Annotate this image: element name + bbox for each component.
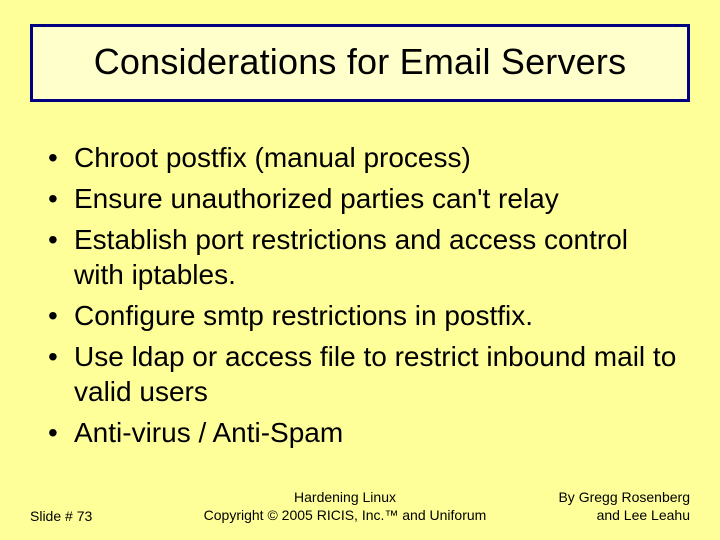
- list-item: Chroot postfix (manual process): [40, 140, 680, 175]
- footer-author-line1: By Gregg Rosenberg: [520, 488, 690, 506]
- footer-center-line2: Copyright © 2005 RICIS, Inc.™ and Unifor…: [170, 506, 520, 524]
- list-item: Establish port restrictions and access c…: [40, 222, 680, 292]
- footer-copyright: Hardening Linux Copyright © 2005 RICIS, …: [170, 488, 520, 524]
- title-box: Considerations for Email Servers: [30, 24, 690, 102]
- footer-author: By Gregg Rosenberg and Lee Leahu: [520, 488, 690, 524]
- list-item: Configure smtp restrictions in postfix.: [40, 298, 680, 333]
- slide-number: Slide # 73: [30, 508, 170, 524]
- footer-center-line1: Hardening Linux: [170, 488, 520, 506]
- footer-author-line2: and Lee Leahu: [520, 506, 690, 524]
- footer: Slide # 73 Hardening Linux Copyright © 2…: [30, 488, 690, 524]
- list-item: Ensure unauthorized parties can't relay: [40, 181, 680, 216]
- slide-title: Considerations for Email Servers: [94, 41, 627, 82]
- list-item: Use ldap or access file to restrict inbo…: [40, 339, 680, 409]
- body-area: Chroot postfix (manual process) Ensure u…: [40, 140, 680, 450]
- bullet-list: Chroot postfix (manual process) Ensure u…: [40, 140, 680, 450]
- list-item: Anti-virus / Anti-Spam: [40, 415, 680, 450]
- slide: Considerations for Email Servers Chroot …: [0, 0, 720, 540]
